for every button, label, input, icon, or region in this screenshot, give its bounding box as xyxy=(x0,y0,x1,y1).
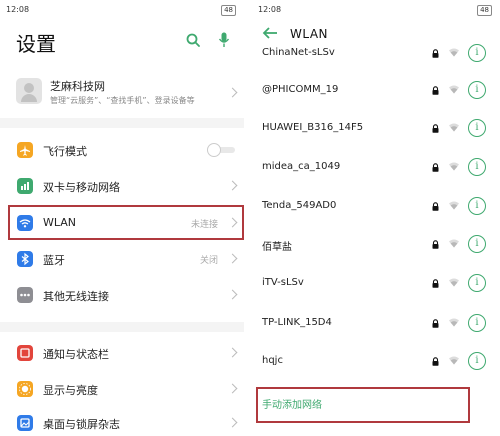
chevron-right-icon xyxy=(227,180,238,191)
lock-icon xyxy=(432,86,439,95)
lock-icon xyxy=(432,202,439,211)
battery-indicator: 48 xyxy=(477,5,492,16)
page-title: 设置 xyxy=(16,32,56,56)
network-item[interactable]: TP-LINK_15D4 i xyxy=(252,306,500,344)
account-name: 芝麻科技网 xyxy=(50,80,105,93)
network-item[interactable]: iTV-sLSv i xyxy=(252,266,500,304)
wifi-signal-icon xyxy=(449,239,459,248)
airplane-mode-toggle[interactable] xyxy=(207,143,235,157)
lock-icon xyxy=(432,124,439,133)
search-icon[interactable] xyxy=(186,33,200,47)
network-info-icon[interactable]: i xyxy=(468,235,486,253)
settings-item-label: 飞行模式 xyxy=(43,145,87,158)
section-divider xyxy=(0,118,244,128)
battery-indicator: 48 xyxy=(221,5,236,16)
bluetooth-status: 关闭 xyxy=(199,256,218,266)
network-info-icon[interactable]: i xyxy=(468,119,486,137)
section-divider xyxy=(0,322,244,332)
network-item[interactable]: HUAWEI_B316_14F5 i xyxy=(252,111,500,149)
bluetooth-icon xyxy=(17,251,33,267)
settings-item-display[interactable]: 显示与亮度 xyxy=(0,371,244,407)
notification-icon xyxy=(17,345,33,361)
wlan-highlight-box xyxy=(8,205,244,240)
settings-item-bluetooth[interactable]: 蓝牙 关闭 xyxy=(0,241,244,277)
chevron-right-icon xyxy=(227,417,238,428)
network-info-icon[interactable]: i xyxy=(468,158,486,176)
wifi-signal-icon xyxy=(449,48,459,57)
status-time: 12:08 xyxy=(258,5,282,14)
avatar xyxy=(16,78,42,104)
wifi-signal-icon xyxy=(449,123,459,132)
settings-item-label: 通知与状态栏 xyxy=(43,348,109,361)
network-info-icon[interactable]: i xyxy=(468,197,486,215)
network-info-icon[interactable]: i xyxy=(468,314,486,332)
network-ssid: ChinaNet-sLSv xyxy=(262,47,335,58)
status-bar: 12:08 48 xyxy=(0,0,244,22)
lock-icon xyxy=(432,279,439,288)
network-item[interactable]: hqjc i xyxy=(252,344,500,382)
status-bar: 12:08 48 xyxy=(252,0,500,22)
wallpaper-icon xyxy=(17,415,33,431)
lock-icon xyxy=(432,240,439,249)
lock-icon xyxy=(432,319,439,328)
settings-item-airplane-mode[interactable]: 飞行模式 xyxy=(0,132,244,168)
settings-item-other-wireless[interactable]: 其他无线连接 xyxy=(0,277,244,313)
chevron-right-icon xyxy=(227,289,238,300)
chevron-right-icon xyxy=(227,87,238,98)
network-ssid: midea_ca_1049 xyxy=(262,161,341,172)
sim-icon xyxy=(17,178,33,194)
network-ssid: 佰草盐 xyxy=(262,242,292,253)
microphone-icon[interactable] xyxy=(218,32,230,48)
airplane-icon xyxy=(17,142,33,158)
settings-item-label: 蓝牙 xyxy=(43,254,65,267)
brightness-icon xyxy=(17,381,33,397)
account-row[interactable]: 芝麻科技网 管理“云服务”、“查找手机”、登录设备等 xyxy=(0,70,244,114)
network-info-icon[interactable]: i xyxy=(468,44,486,62)
network-ssid: Tenda_549AD0 xyxy=(262,200,337,211)
wifi-signal-icon xyxy=(449,201,459,210)
more-icon xyxy=(17,287,33,303)
network-item[interactable]: midea_ca_1049 i xyxy=(252,150,500,188)
network-ssid: iTV-sLSv xyxy=(262,277,304,288)
network-info-icon[interactable]: i xyxy=(468,81,486,99)
lock-icon xyxy=(432,163,439,172)
wifi-signal-icon xyxy=(449,356,459,365)
network-ssid: hqjc xyxy=(262,355,283,366)
settings-item-label: 其他无线连接 xyxy=(43,290,109,303)
network-info-icon[interactable]: i xyxy=(468,352,486,370)
network-ssid: @PHICOMM_19 xyxy=(262,84,339,95)
chevron-right-icon xyxy=(227,347,238,358)
network-info-icon[interactable]: i xyxy=(468,274,486,292)
wifi-signal-icon xyxy=(449,278,459,287)
network-item[interactable]: Tenda_549AD0 i xyxy=(252,189,500,227)
network-item[interactable]: 佰草盐 i xyxy=(252,227,500,265)
network-ssid: HUAWEI_B316_14F5 xyxy=(262,122,364,133)
lock-icon xyxy=(432,357,439,366)
wifi-signal-icon xyxy=(449,318,459,327)
chevron-right-icon xyxy=(227,253,238,264)
settings-item-notifications[interactable]: 通知与状态栏 xyxy=(0,335,244,371)
settings-item-label: 显示与亮度 xyxy=(43,384,98,397)
wlan-screen: 12:08 48 WLAN ChinaNet-sLSv i @PHICOMM_19 i… xyxy=(252,0,500,436)
wifi-signal-icon xyxy=(449,85,459,94)
wifi-signal-icon xyxy=(449,162,459,171)
settings-item-label: 桌面与锁屏杂志 xyxy=(43,418,120,431)
network-item[interactable]: @PHICOMM_19 i xyxy=(252,73,500,111)
network-item[interactable]: ChinaNet-sLSv i xyxy=(252,36,500,74)
add-network-highlight-box xyxy=(256,387,470,423)
screen-gap xyxy=(244,0,252,436)
settings-item-wallpaper[interactable]: 桌面与锁屏杂志 xyxy=(0,405,244,436)
network-ssid: TP-LINK_15D4 xyxy=(262,317,332,328)
settings-item-dual-sim[interactable]: 双卡与移动网络 xyxy=(0,168,244,204)
account-subtitle: 管理“云服务”、“查找手机”、登录设备等 xyxy=(50,96,195,105)
settings-item-label: 双卡与移动网络 xyxy=(43,181,120,194)
lock-icon xyxy=(432,49,439,58)
chevron-right-icon xyxy=(227,383,238,394)
status-time: 12:08 xyxy=(6,5,30,14)
